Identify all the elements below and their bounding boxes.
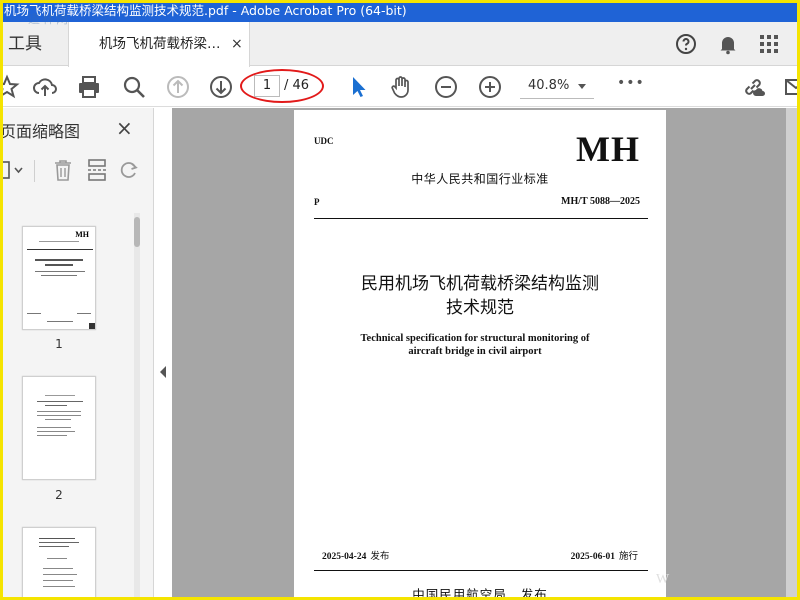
implement-date-label: 施行	[618, 551, 638, 562]
tab-document[interactable]: 机场飞机荷载桥梁… ×	[68, 22, 250, 67]
page-thumbnail[interactable]	[22, 527, 96, 600]
extract-page-icon[interactable]	[86, 158, 108, 182]
hand-tool-icon[interactable]	[388, 74, 414, 100]
publisher-action: 发布	[520, 587, 548, 600]
panel-title: 页面缩略图	[0, 122, 81, 141]
panel-toolbar	[0, 152, 154, 186]
document-title-cn: 民用机场飞机荷载桥梁结构监测 技术规范	[294, 272, 666, 320]
zoom-level-dropdown[interactable]: 40.8%	[520, 75, 594, 99]
panel-toolbar-divider	[34, 160, 35, 182]
help-icon[interactable]	[674, 32, 698, 56]
main-toolbar: 1 / 46 40.8% •••	[0, 67, 800, 107]
page-thumbnail[interactable]: MH	[22, 226, 96, 330]
document-scrollbar[interactable]	[786, 108, 797, 600]
zoom-out-icon[interactable]	[433, 74, 459, 100]
thumbnail-brand: MH	[75, 230, 89, 239]
page-thumbnails-panel: 页面缩略图 × MH 1 2	[0, 108, 154, 600]
tab-bar: 工具 机场飞机荷载桥梁… ×	[0, 22, 800, 67]
search-icon[interactable]	[121, 74, 147, 100]
pdf-page: UDC MH 中华人民共和国行业标准 P MH/T 5088—2025 民用机场…	[294, 110, 666, 600]
publisher-name: 中国民用航空局	[412, 587, 507, 600]
implement-date: 2025-06-01 施行	[571, 548, 638, 562]
standard-type: 中华人民共和国行业标准	[411, 172, 549, 186]
chevron-left-icon	[160, 366, 166, 378]
watermark-text: W	[656, 572, 670, 587]
annotation-circle	[240, 69, 324, 103]
previous-page-icon[interactable]	[165, 74, 191, 100]
page-thumbnail[interactable]	[22, 376, 96, 480]
chevron-down-icon	[578, 84, 586, 89]
publisher-line: 中国民用航空局 发布	[294, 584, 666, 600]
more-tools-button[interactable]: •••	[617, 75, 645, 91]
delete-page-icon[interactable]	[52, 158, 74, 182]
title-line-1: 民用机场飞机荷载桥梁结构监测	[361, 274, 599, 294]
print-icon[interactable]	[76, 74, 102, 100]
tab-document-label: 机场飞机荷载桥梁…	[99, 36, 221, 52]
title-en-line-1: Technical specification for structural m…	[360, 333, 590, 344]
notification-bell-icon[interactable]	[716, 32, 740, 56]
window-title-bar: 机场飞机荷载桥梁结构监测技术规范.pdf - Adobe Acrobat Pro…	[0, 0, 800, 22]
header-rule	[314, 218, 648, 219]
classification-code: P	[314, 197, 320, 207]
document-title-en: Technical specification for structural m…	[294, 332, 656, 358]
udc-label: UDC	[314, 136, 334, 146]
panel-collapse-handle[interactable]	[155, 108, 172, 600]
rotate-page-icon[interactable]	[118, 158, 140, 182]
zoom-level-value: 40.8%	[528, 78, 570, 93]
thumbnail-page-number: 2	[55, 488, 63, 502]
star-icon[interactable]	[0, 74, 20, 100]
issue-date: 2025-04-24 发布	[322, 548, 389, 562]
document-viewport: UDC MH 中华人民共和国行业标准 P MH/T 5088—2025 民用机场…	[172, 108, 800, 600]
zoom-in-icon[interactable]	[477, 74, 503, 100]
next-page-icon[interactable]	[208, 74, 234, 100]
panel-close-button[interactable]: ×	[116, 116, 133, 140]
issue-date-label: 发布	[370, 551, 390, 562]
scrollbar-thumb[interactable]	[134, 217, 140, 247]
email-icon[interactable]	[784, 74, 800, 100]
brand-mark: MH	[576, 129, 640, 169]
issue-date-value: 2025-04-24	[322, 552, 367, 562]
thumbnail-options-icon[interactable]	[0, 160, 26, 180]
select-cursor-icon[interactable]	[345, 74, 371, 100]
implement-date-value: 2025-06-01	[570, 552, 615, 562]
thumbnail-page-number: 1	[55, 337, 63, 351]
tab-close-button[interactable]: ×	[231, 22, 243, 66]
title-en-line-2: aircraft bridge in civil airport	[408, 346, 542, 357]
share-link-icon[interactable]	[740, 74, 766, 100]
standard-number: MH/T 5088—2025	[561, 196, 640, 207]
footer-rule	[314, 570, 648, 571]
title-line-2: 技术规范	[446, 298, 514, 318]
upload-cloud-icon[interactable]	[32, 74, 58, 100]
watermark-text: 道林网	[28, 12, 71, 26]
tab-tools[interactable]: 工具	[0, 22, 68, 66]
apps-grid-icon[interactable]	[757, 32, 781, 56]
thumbnails-scrollbar[interactable]	[134, 213, 140, 600]
